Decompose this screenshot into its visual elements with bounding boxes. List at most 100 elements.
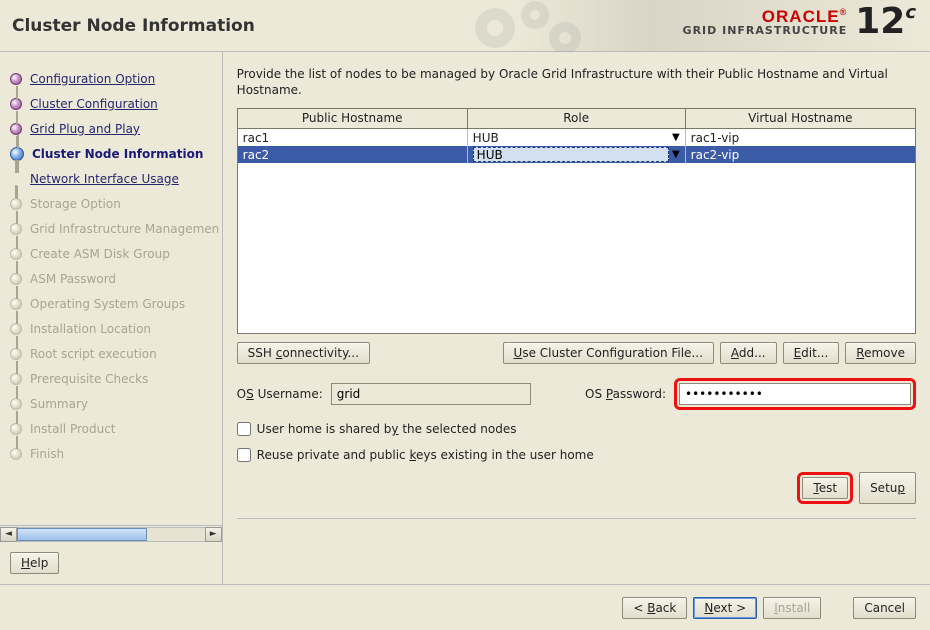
chevron-down-icon[interactable]: ▼	[672, 149, 680, 160]
use-config-label: Use Cluster Configuration File...	[514, 346, 703, 360]
step-label[interactable]: Grid Plug and Play	[30, 122, 140, 136]
product-name: GRID INFRASTRUCTURE	[683, 25, 848, 36]
table-body[interactable]: rac1HUB▼rac1-viprac2HUB▼rac2-vip	[238, 129, 915, 333]
remove-label: Remove	[856, 346, 905, 360]
scroll-left-icon[interactable]: ◄	[0, 527, 17, 542]
edit-button[interactable]: Edit...	[783, 342, 840, 364]
cell-role[interactable]: HUB▼	[468, 129, 686, 146]
step-dot-icon	[10, 373, 22, 385]
add-label: Add...	[731, 346, 766, 360]
wizard-step-2[interactable]: Grid Plug and Play	[4, 116, 222, 141]
cell-role[interactable]: HUB▼	[468, 146, 686, 163]
step-label: Root script execution	[30, 347, 157, 361]
wizard-step-8: ASM Password	[4, 266, 222, 291]
test-button[interactable]: Test	[802, 477, 848, 499]
gear-decoration	[465, 0, 665, 52]
step-dot-icon	[10, 198, 22, 210]
cell-virtual-hostname[interactable]: rac2-vip	[686, 146, 915, 163]
password-highlight	[674, 378, 916, 410]
wizard-step-3: Cluster Node Information	[4, 141, 222, 166]
table-row[interactable]: rac1HUB▼rac1-vip	[238, 129, 915, 146]
wizard-step-10: Installation Location	[4, 316, 222, 341]
step-label[interactable]: Network Interface Usage	[30, 172, 179, 186]
main-panel: Provide the list of nodes to be managed …	[223, 52, 930, 584]
step-dot-icon	[10, 348, 22, 360]
cancel-button[interactable]: Cancel	[853, 597, 916, 619]
use-cluster-config-button[interactable]: Use Cluster Configuration File...	[503, 342, 714, 364]
os-password-input[interactable]	[679, 383, 911, 405]
install-label: Install	[774, 601, 810, 615]
step-label: Installation Location	[30, 322, 151, 336]
sidebar-scrollbar[interactable]: ◄ ►	[0, 525, 222, 542]
remove-button[interactable]: Remove	[845, 342, 916, 364]
next-button[interactable]: Next >	[693, 597, 757, 619]
help-button[interactable]: Help	[10, 552, 59, 574]
os-username-input[interactable]	[331, 383, 531, 405]
step-label: Prerequisite Checks	[30, 372, 148, 386]
step-dot-icon	[10, 123, 22, 135]
os-password-label: OS Password:	[585, 387, 666, 401]
add-button[interactable]: Add...	[720, 342, 777, 364]
wizard-step-4[interactable]: Network Interface Usage	[4, 166, 222, 191]
reuse-keys-label: Reuse private and public keys existing i…	[257, 448, 594, 462]
table-row[interactable]: rac2HUB▼rac2-vip	[238, 146, 915, 163]
wizard-step-11: Root script execution	[4, 341, 222, 366]
step-dot-icon	[10, 248, 22, 260]
step-label: Install Product	[30, 422, 116, 436]
col-role[interactable]: Role	[468, 109, 686, 128]
cell-public-hostname[interactable]: rac2	[238, 146, 468, 163]
help-label: Help	[21, 556, 48, 570]
step-label: Finish	[30, 447, 64, 461]
step-dot-icon	[10, 147, 24, 161]
cell-virtual-hostname[interactable]: rac1-vip	[686, 129, 915, 146]
cell-public-hostname[interactable]: rac1	[238, 129, 468, 146]
step-dot-icon	[10, 423, 22, 435]
step-label: Grid Infrastructure Managemen	[30, 222, 219, 236]
ssh-label: SSH connectivity...	[248, 346, 359, 360]
step-label: ASM Password	[30, 272, 116, 286]
wizard-sidebar: Configuration Option Cluster Configuratio…	[0, 52, 223, 584]
install-button: Install	[763, 597, 821, 619]
wizard-step-6: Grid Infrastructure Managemen	[4, 216, 222, 241]
col-virtual-hostname[interactable]: Virtual Hostname	[686, 109, 915, 128]
back-button[interactable]: < Back	[622, 597, 687, 619]
step-label[interactable]: Configuration Option	[30, 72, 155, 86]
col-public-hostname[interactable]: Public Hostname	[238, 109, 468, 128]
step-label: Create ASM Disk Group	[30, 247, 170, 261]
wizard-step-1[interactable]: Cluster Configuration	[4, 91, 222, 116]
wizard-step-14: Install Product	[4, 416, 222, 441]
scroll-track[interactable]	[17, 527, 205, 542]
titlebar: Cluster Node Information ORACLE® GRID IN…	[0, 0, 930, 52]
step-dot-icon	[10, 298, 22, 310]
ssh-connectivity-button[interactable]: SSH connectivity...	[237, 342, 370, 364]
scroll-right-icon[interactable]: ►	[205, 527, 222, 542]
step-label: Operating System Groups	[30, 297, 185, 311]
step-dot-icon	[10, 98, 22, 110]
nodes-table: Public Hostname Role Virtual Hostname ra…	[237, 108, 916, 334]
wizard-step-7: Create ASM Disk Group	[4, 241, 222, 266]
setup-label: Setup	[870, 481, 905, 495]
instruction-text: Provide the list of nodes to be managed …	[237, 66, 916, 98]
test-label: Test	[813, 481, 837, 495]
step-label[interactable]: Cluster Configuration	[30, 97, 158, 111]
chevron-down-icon[interactable]: ▼	[672, 132, 680, 143]
setup-button[interactable]: Setup	[859, 472, 916, 504]
user-home-shared-checkbox[interactable]	[237, 422, 251, 436]
step-dot-icon	[10, 173, 22, 185]
step-dot-icon	[10, 273, 22, 285]
next-label: Next >	[704, 601, 746, 615]
os-username-label: OS Username:	[237, 387, 323, 401]
test-highlight: Test	[797, 472, 853, 504]
wizard-step-13: Summary	[4, 391, 222, 416]
scroll-thumb[interactable]	[17, 528, 147, 541]
reuse-keys-checkbox[interactable]	[237, 448, 251, 462]
oracle-logo: ORACLE®	[762, 8, 847, 25]
wizard-steps: Configuration Option Cluster Configuratio…	[0, 66, 222, 525]
role-select[interactable]: HUB	[473, 147, 669, 162]
wizard-step-0[interactable]: Configuration Option	[4, 66, 222, 91]
step-dot-icon	[10, 73, 22, 85]
wizard-step-15: Finish	[4, 441, 222, 466]
wizard-step-5: Storage Option	[4, 191, 222, 216]
edit-label: Edit...	[794, 346, 829, 360]
step-label: Cluster Node Information	[32, 147, 203, 161]
